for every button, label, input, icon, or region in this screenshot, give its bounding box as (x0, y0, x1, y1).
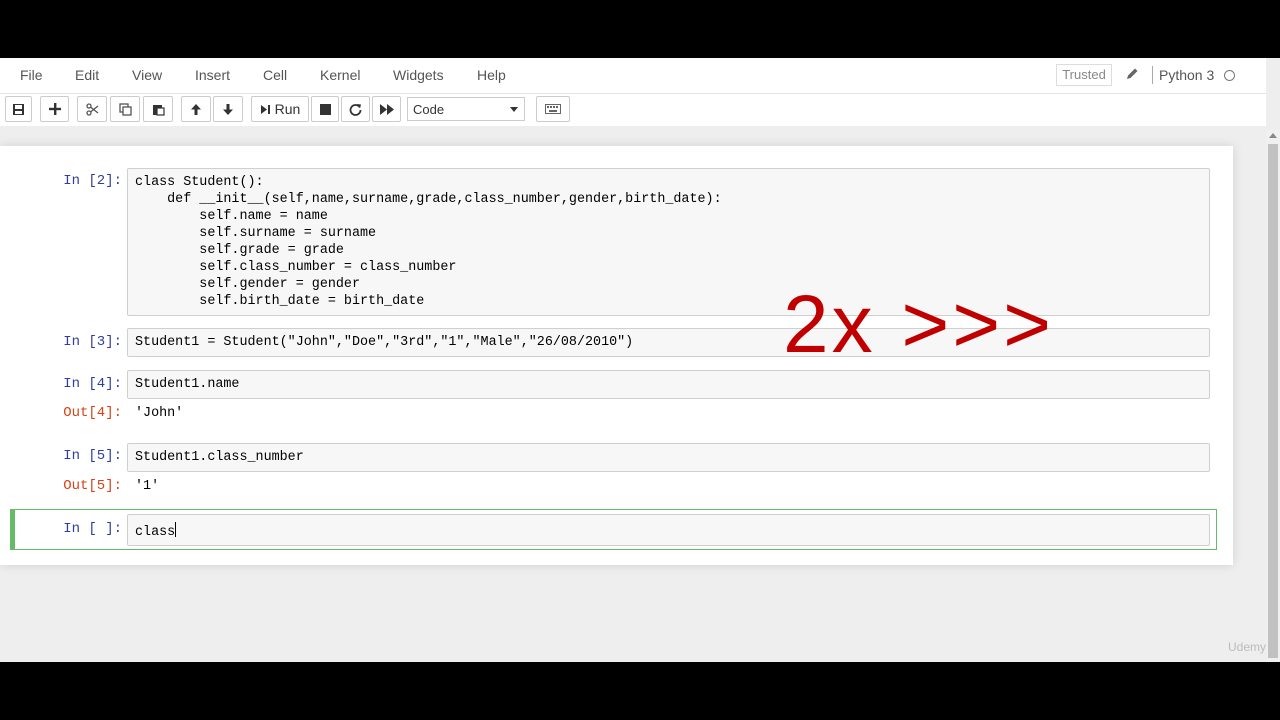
menu-file[interactable]: File (20, 67, 43, 83)
run-label: Run (274, 101, 301, 117)
chevron-down-icon (510, 107, 518, 112)
paste-icon (152, 104, 165, 116)
cell-in-prompt: In [5]: (63, 448, 122, 464)
notebook-container: In [2]: class Student(): def __init__(se… (0, 146, 1233, 565)
stop-icon (319, 103, 331, 115)
interrupt-button[interactable] (311, 96, 339, 122)
menu-kernel[interactable]: Kernel (320, 67, 360, 83)
copy-icon (118, 102, 132, 116)
move-down-button[interactable] (213, 96, 243, 122)
scroll-up-icon[interactable] (1269, 133, 1277, 138)
kernel-name[interactable]: Python 3 (1159, 67, 1214, 83)
fast-forward-icon (379, 103, 394, 115)
arrow-up-icon (191, 103, 201, 115)
code-cell-input[interactable]: Student1.name (127, 370, 1210, 399)
jupyter-window: File Edit View Insert Cell Kernel Widget… (0, 58, 1280, 662)
menu-widgets[interactable]: Widgets (393, 67, 444, 83)
scissors-icon (85, 102, 98, 116)
copy-button[interactable] (110, 96, 140, 122)
cell-out-prompt: Out[5]: (63, 478, 122, 494)
cell-type-select[interactable]: Code (407, 97, 525, 121)
cut-button[interactable] (77, 96, 107, 122)
code-text: Student1.name (135, 377, 240, 392)
paste-button[interactable] (143, 96, 173, 122)
code-text: class (135, 525, 176, 540)
kernel-divider (1152, 66, 1153, 84)
step-forward-icon (260, 104, 270, 114)
trusted-badge[interactable]: Trusted (1056, 64, 1112, 86)
keyboard-icon (545, 104, 561, 114)
cell-type-value: Code (413, 102, 445, 117)
text-cursor (175, 522, 177, 537)
plus-icon (48, 103, 61, 115)
menu-edit[interactable]: Edit (75, 67, 99, 83)
restart-run-all-button[interactable] (372, 96, 401, 122)
udemy-watermark: Udemy (1228, 640, 1267, 654)
active-code-input[interactable]: class (127, 514, 1210, 546)
run-button[interactable]: Run (251, 96, 309, 122)
cell-in-prompt: In [4]: (63, 376, 122, 392)
move-up-button[interactable] (181, 96, 211, 122)
code-text: Student1.class_number (135, 450, 304, 465)
arrow-down-icon (223, 103, 233, 115)
menu-cell[interactable]: Cell (263, 67, 287, 83)
insert-cell-button[interactable] (40, 96, 69, 122)
save-icon (13, 103, 24, 115)
cell-in-prompt: In [2]: (63, 173, 122, 189)
cell-output: '1' (135, 479, 160, 494)
pencil-icon[interactable] (1124, 66, 1140, 82)
command-palette-button[interactable] (536, 96, 570, 122)
save-button[interactable] (5, 96, 32, 122)
code-cell-input[interactable]: Student1.class_number (127, 443, 1210, 472)
speed-overlay: 2x >>> (783, 279, 1055, 370)
kernel-status-icon (1224, 70, 1235, 81)
menu-bar: File Edit View Insert Cell Kernel Widget… (0, 58, 1266, 94)
menu-view[interactable]: View (132, 67, 162, 83)
menu-help[interactable]: Help (477, 67, 506, 83)
restart-icon (349, 103, 362, 116)
cell-in-prompt: In [ ]: (63, 521, 122, 537)
cell-in-prompt: In [3]: (63, 334, 122, 350)
cell-out-prompt: Out[4]: (63, 405, 122, 421)
toolbar: Run Code (0, 94, 1266, 126)
scrollbar-thumb[interactable] (1268, 144, 1278, 658)
restart-button[interactable] (341, 96, 370, 122)
menu-insert[interactable]: Insert (195, 67, 230, 83)
cell-output: 'John' (135, 406, 184, 421)
